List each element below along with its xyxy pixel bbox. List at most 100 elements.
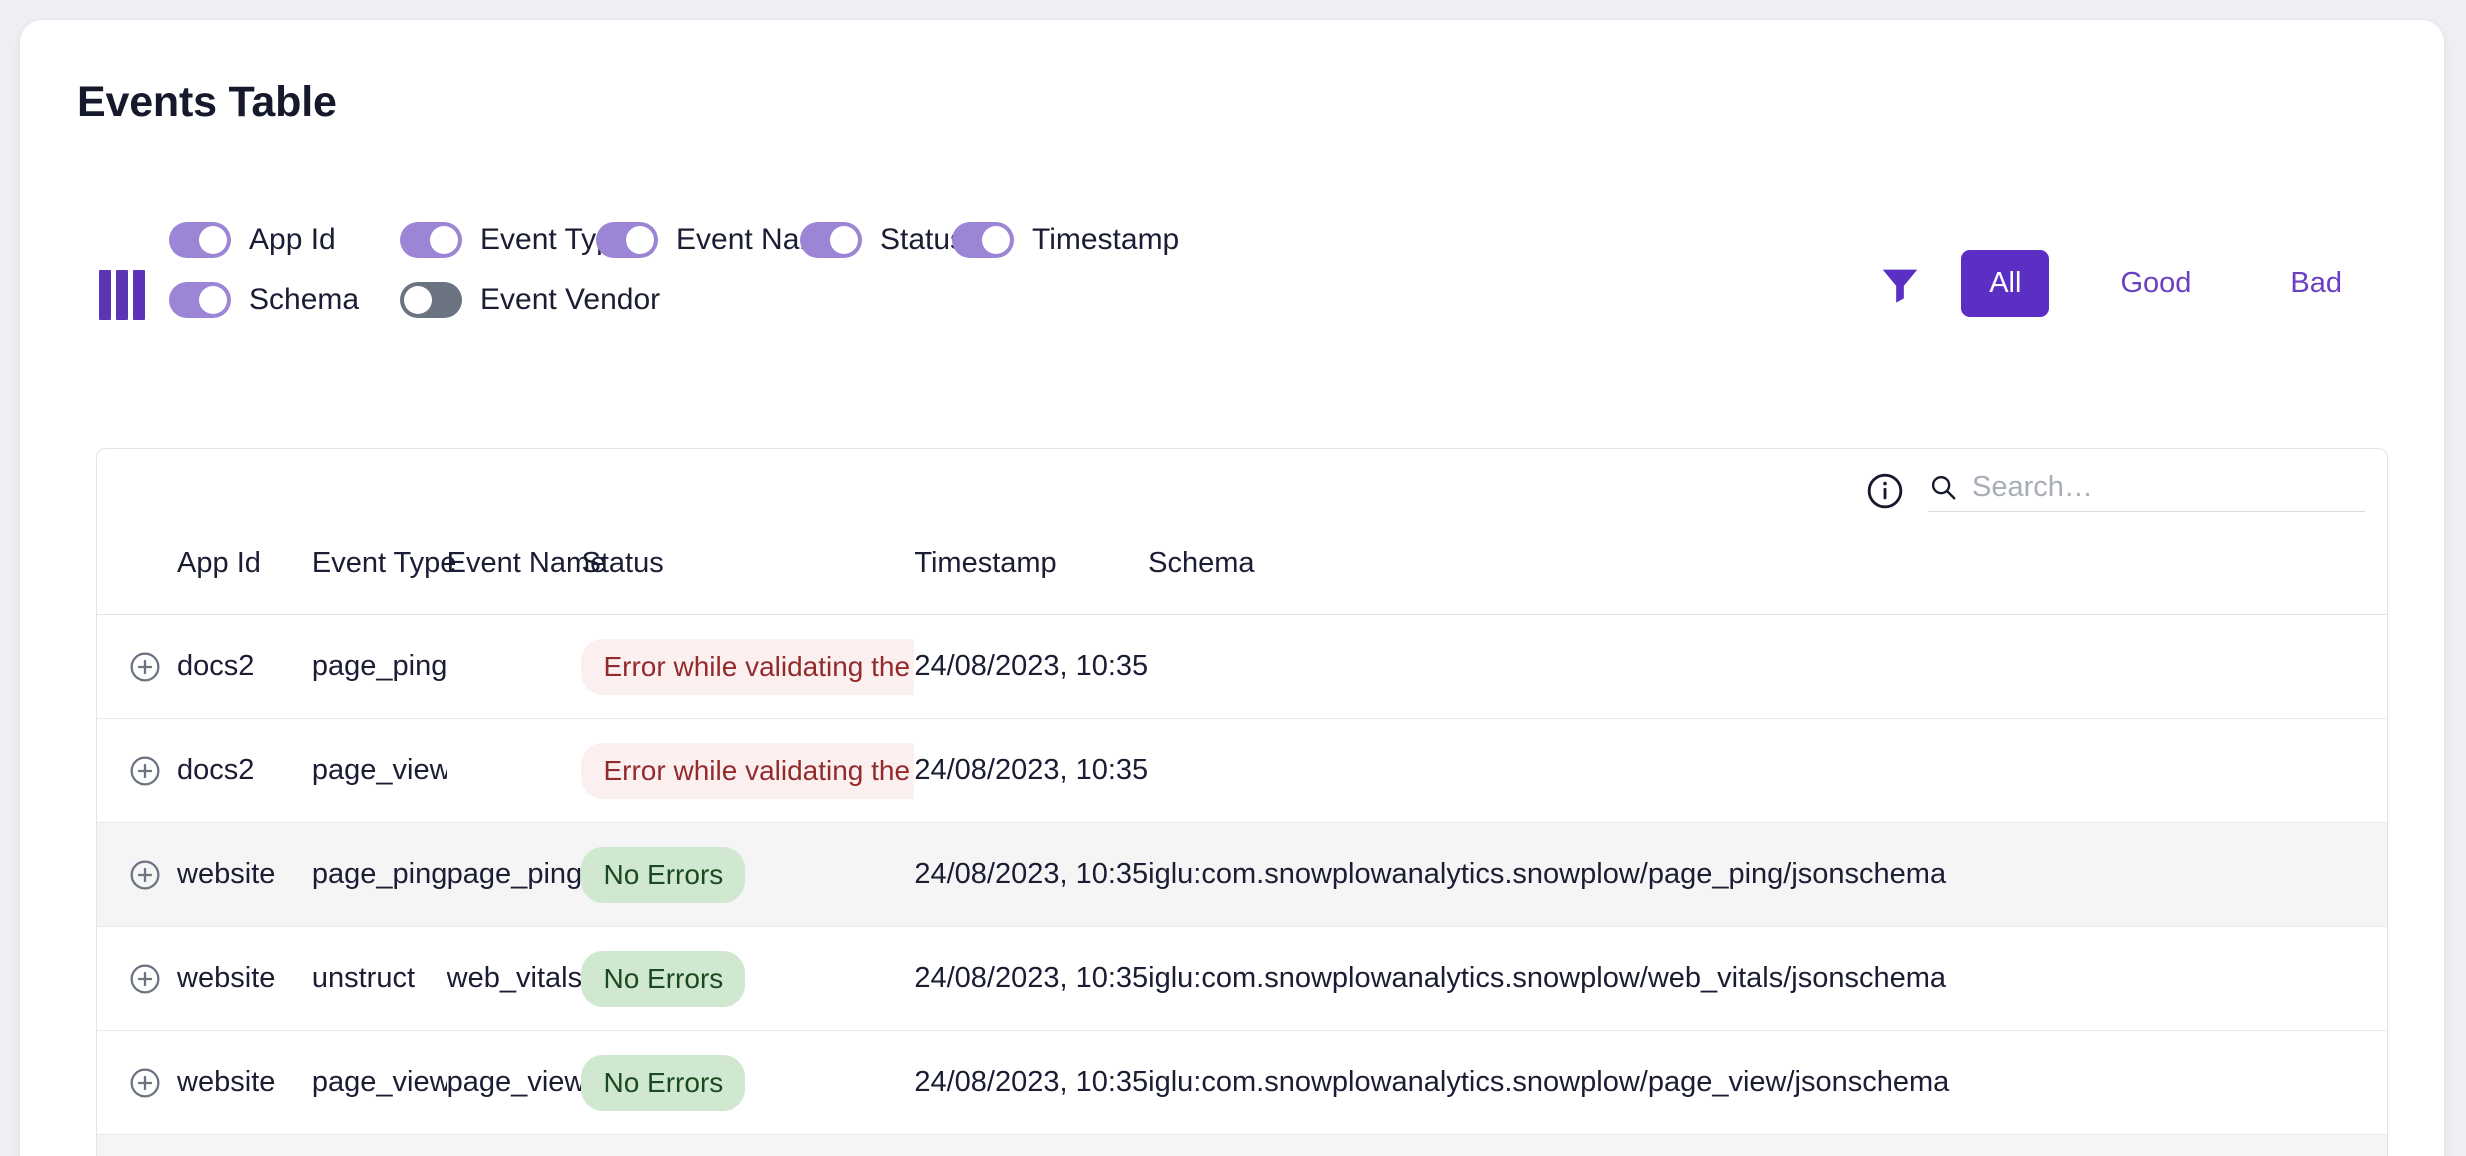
toggle-label-app-id: App Id (249, 223, 336, 256)
schema-text: iglu:com.snowplowanalytics.snowplow/page… (1148, 858, 1947, 890)
toggle-status[interactable]: Status (800, 210, 965, 270)
cell-event-type: page_view (311, 1030, 447, 1135)
toggle-app-id[interactable]: App Id (169, 210, 400, 270)
row-expand-cell[interactable] (97, 1030, 178, 1135)
cell-app-id: docs2 (177, 614, 312, 719)
cell-schema: iglu:com.snowplowanalytics.snowplow/web_… (1148, 926, 2387, 1031)
toggle-label-schema: Schema (249, 283, 360, 316)
table-row[interactable]: website unstruct web_vitals No Errors 24… (97, 926, 2387, 1031)
cell-event-type: page_view (311, 718, 447, 823)
column-header-expand (97, 533, 178, 615)
toggle-switch-status[interactable] (800, 222, 862, 258)
search-icon (1928, 472, 1958, 502)
plus-circle-icon[interactable] (129, 755, 161, 787)
column-toolbar: App Id Event Type Event Name Status Time… (77, 210, 2387, 330)
cell-app-id: website (177, 926, 312, 1031)
row-expand-cell[interactable] (97, 926, 178, 1031)
row-expand-cell[interactable] (97, 614, 178, 719)
column-header-timestamp[interactable]: Timestamp (914, 533, 1149, 615)
filter-button-good[interactable]: Good (2092, 250, 2219, 317)
cell-schema: iglu:com.snowplowanalytics.snowplow/page… (1148, 822, 2387, 927)
column-header-event-name[interactable]: Event Name (446, 533, 606, 615)
table-header-row: App Id Event Type Event Name Status Time… (97, 533, 2387, 615)
toggle-switch-timestamp[interactable] (952, 222, 1014, 258)
status-badge: Error while validating the event (581, 742, 915, 799)
table-row[interactable]: website page_view page_view No Errors 24… (97, 1030, 2387, 1135)
cell-event-name: web_vitals (446, 926, 582, 1031)
cell-app-id: docs2 (177, 718, 312, 823)
status-badge: No Errors (581, 950, 746, 1007)
status-filter-group: All Good Bad (1877, 250, 2370, 317)
table-row[interactable]: website page_view page_view No Errors (97, 1134, 2387, 1156)
toggle-timestamp[interactable]: Timestamp (952, 210, 1179, 270)
cell-status: No Errors (581, 822, 915, 927)
toggle-switch-schema[interactable] (169, 282, 231, 318)
cell-schema (1148, 718, 2387, 823)
info-circle-icon[interactable] (1866, 472, 1904, 510)
cell-status: No Errors (581, 1030, 915, 1135)
events-table-card: Events Table App Id Event Type Event Nam… (20, 20, 2444, 1156)
row-expand-cell[interactable] (97, 822, 178, 927)
column-header-status[interactable]: Status (581, 533, 915, 615)
table-row[interactable]: docs2 page_ping Error while validating t… (97, 614, 2387, 719)
plus-circle-icon[interactable] (129, 651, 161, 683)
table-row[interactable]: docs2 page_view Error while validating t… (97, 718, 2387, 823)
toggle-label-event-vendor: Event Vendor (480, 283, 661, 316)
cell-event-type: page_ping (311, 614, 447, 719)
cell-timestamp: 24/08/2023, 10:35:21 (914, 822, 1149, 927)
toggle-switch-event-vendor[interactable] (400, 282, 462, 318)
search-input[interactable] (1972, 470, 2365, 504)
column-header-event-type[interactable]: Event Type (311, 533, 456, 615)
cell-event-type: page_view (311, 1134, 447, 1156)
cell-timestamp: 24/08/2023, 10:35:13 (914, 926, 1149, 1031)
status-badge: No Errors (581, 846, 746, 903)
cell-event-name: page_view (446, 1134, 582, 1156)
row-expand-cell[interactable] (97, 1134, 178, 1156)
column-header-schema[interactable]: Schema (1148, 533, 2387, 615)
row-expand-cell[interactable] (97, 718, 178, 823)
status-badge: No Errors (581, 1054, 746, 1111)
toggle-event-vendor[interactable]: Event Vendor (400, 270, 700, 330)
toggle-switch-app-id[interactable] (169, 222, 231, 258)
cell-status: Error while validating the event (581, 614, 915, 719)
cell-status: No Errors (581, 926, 915, 1031)
toggle-event-type[interactable]: Event Type (400, 210, 630, 270)
filter-button-all[interactable]: All (1961, 250, 2050, 317)
column-toggle-group: App Id Event Type Event Name Status Time… (169, 210, 1619, 330)
cell-app-id: website (177, 1134, 312, 1156)
funnel-icon[interactable] (1877, 261, 1923, 307)
cell-timestamp: 24/08/2023, 10:35:42 (914, 718, 1149, 823)
cell-status: No Errors (581, 1134, 915, 1156)
table-body: docs2 page_ping Error while validating t… (97, 614, 2387, 1156)
toggle-schema[interactable]: Schema (169, 270, 400, 330)
cell-schema (1148, 1134, 2387, 1156)
toggle-event-name[interactable]: Event Name (596, 210, 841, 270)
cell-event-name: page_view (446, 1030, 582, 1135)
column-header-app-id[interactable]: App Id (177, 533, 312, 615)
table-topbar (97, 449, 2387, 533)
toggle-label-timestamp: Timestamp (1032, 223, 1180, 256)
cell-event-name (446, 614, 582, 719)
table-row[interactable]: website page_ping page_ping No Errors 24… (97, 822, 2387, 927)
cell-app-id: website (177, 822, 312, 927)
cell-event-type: unstruct (311, 926, 447, 1031)
cell-app-id: website (177, 1030, 312, 1135)
page-title: Events Table (77, 78, 337, 126)
cell-timestamp: 24/08/2023, 10:35:10 (914, 1030, 1149, 1135)
toggle-switch-event-name[interactable] (596, 222, 658, 258)
cell-event-name: page_ping (446, 822, 582, 927)
toggle-switch-event-type[interactable] (400, 222, 462, 258)
cell-event-name (446, 718, 582, 823)
cell-timestamp (914, 1134, 1149, 1156)
cell-timestamp: 24/08/2023, 10:35:52 (914, 614, 1149, 719)
plus-circle-icon[interactable] (129, 963, 161, 995)
status-badge: Error while validating the event (581, 638, 915, 695)
plus-circle-icon[interactable] (129, 1067, 161, 1099)
search-box[interactable] (1928, 470, 2365, 512)
columns-icon[interactable] (99, 270, 147, 320)
column-toggle-row-1: App Id Event Type Event Name Status Time… (169, 210, 1619, 270)
cell-status: Error while validating the event (581, 718, 915, 823)
filter-button-bad[interactable]: Bad (2262, 250, 2370, 317)
app-root: Events Table App Id Event Type Event Nam… (0, 0, 2466, 1156)
plus-circle-icon[interactable] (129, 859, 161, 891)
